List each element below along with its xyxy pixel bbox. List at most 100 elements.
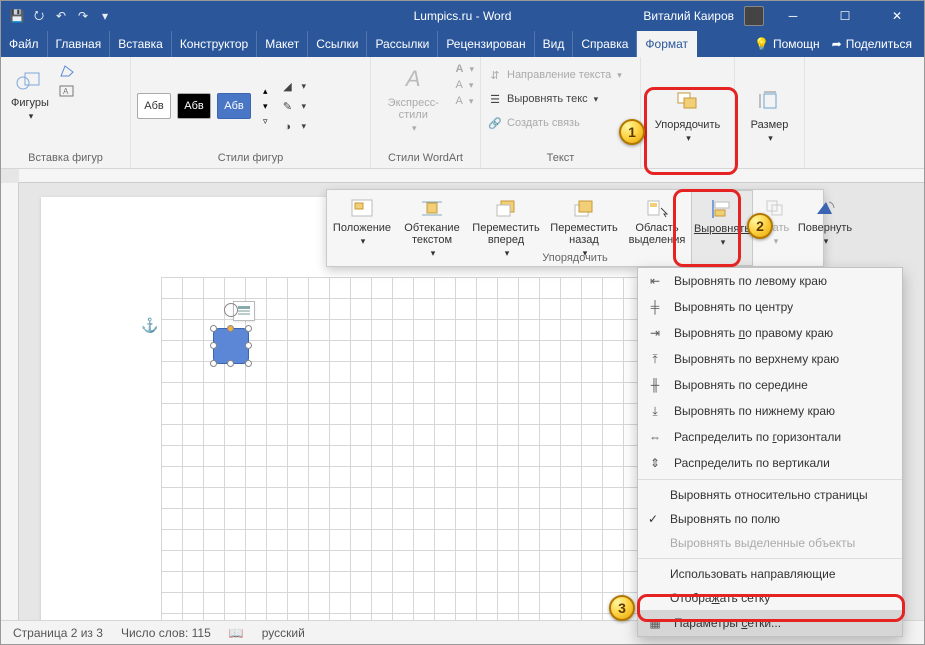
shape-fill-button[interactable]: ◢▾ [280, 79, 307, 95]
align-selected-item: Выровнять выделенные объекты [638, 531, 902, 555]
selected-shape[interactable] [213, 328, 249, 364]
anchor-icon: ⚓ [141, 317, 158, 334]
autosave-icon[interactable]: ⭮ [31, 8, 47, 24]
group-label-text: Текст [487, 150, 634, 168]
arrange-icon [672, 85, 704, 117]
align-to-page-item[interactable]: Выровнять относительно страницы [638, 483, 902, 507]
selection-pane-button[interactable]: Область выделения [623, 190, 691, 266]
group-label-shape-styles: Стили фигур [137, 150, 364, 168]
resize-handle[interactable] [210, 360, 217, 367]
bring-forward-button[interactable]: Переместить вперед▾ [467, 190, 545, 266]
resize-handle[interactable] [245, 360, 252, 367]
align-button[interactable]: Выровнять▾ [691, 190, 753, 266]
status-language[interactable]: русский [262, 626, 305, 640]
ruler-horizontal[interactable] [19, 169, 924, 183]
align-left-item[interactable]: ⇤Выровнять по левому краю [638, 268, 902, 294]
rotate-button[interactable]: Повернуть▾ [797, 190, 853, 266]
style-swatch-white[interactable]: Абв [137, 93, 171, 119]
link-icon: 🔗 [487, 115, 503, 131]
align-top-item[interactable]: ⤒Выровнять по верхнему краю [638, 346, 902, 372]
text-box-icon[interactable]: A [59, 83, 75, 99]
proofing-icon[interactable]: 📖 [229, 626, 244, 640]
distribute-vertical-item[interactable]: ⇕Распределить по вертикали [638, 450, 902, 476]
resize-handle[interactable] [210, 342, 217, 349]
wordart-styles-button[interactable]: A Экспресс-стили▾ [377, 61, 450, 136]
tab-references[interactable]: Ссылки [308, 31, 367, 57]
tab-file[interactable]: Файл [1, 31, 48, 57]
tab-review[interactable]: Рецензирован [438, 31, 534, 57]
share-button[interactable]: ➦Поделиться [832, 37, 912, 51]
grid-settings-icon: ▦ [646, 615, 664, 631]
style-swatch-black[interactable]: Абв [177, 93, 211, 119]
text-fill-button[interactable]: A▾ [456, 63, 474, 75]
resize-handle[interactable] [245, 325, 252, 332]
ribbon-tabs: Файл Главная Вставка Конструктор Макет С… [1, 31, 924, 57]
gallery-down-icon[interactable]: ▾ [263, 101, 268, 112]
user-name[interactable]: Виталий Каиров [643, 9, 734, 23]
tab-format[interactable]: Формат [637, 31, 697, 57]
send-backward-button[interactable]: Переместить назад▾ [545, 190, 623, 266]
tell-me[interactable]: 💡Помощн [754, 37, 820, 51]
size-button[interactable]: Размер▾ [747, 83, 793, 146]
grid-settings-item[interactable]: ▦Параметры сетки... [638, 610, 902, 636]
avatar[interactable] [744, 6, 764, 26]
align-right-item[interactable]: ⇥Выровнять по правому краю [638, 320, 902, 346]
svg-text:A: A [63, 87, 69, 96]
show-grid-item[interactable]: Отображать сетку [638, 586, 902, 610]
align-to-margin-item[interactable]: ✓Выровнять по полю [638, 507, 902, 531]
wrap-text-button[interactable]: Обтекание текстом▾ [397, 190, 467, 266]
rotate-handle[interactable] [224, 303, 238, 317]
resize-handle[interactable] [227, 325, 234, 332]
gallery-more-icon[interactable]: ▿ [263, 116, 268, 127]
gallery-up-icon[interactable]: ▴ [263, 86, 268, 97]
align-menu: ⇤Выровнять по левому краю ╪Выровнять по … [637, 267, 903, 637]
status-words[interactable]: Число слов: 115 [121, 626, 211, 640]
tab-layout[interactable]: Макет [257, 31, 308, 57]
qat-dropdown-icon[interactable]: ▾ [97, 8, 113, 24]
edit-shape-icon[interactable] [59, 63, 75, 79]
tab-mailings[interactable]: Рассылки [367, 31, 438, 57]
align-text-button[interactable]: ☰Выровнять текс▾ [487, 91, 622, 107]
undo-icon[interactable]: ↶ [53, 8, 69, 24]
align-middle-item[interactable]: ╫Выровнять по середине [638, 372, 902, 398]
tab-help[interactable]: Справка [573, 31, 637, 57]
resize-handle[interactable] [227, 360, 234, 367]
align-center-item[interactable]: ╪Выровнять по центру [638, 294, 902, 320]
arrange-button[interactable]: Упорядочить▾ [651, 83, 724, 146]
status-page[interactable]: Страница 2 из 3 [13, 626, 103, 640]
align-center-icon: ╪ [646, 299, 664, 315]
maximize-button[interactable]: ☐ [822, 1, 868, 31]
ruler-vertical[interactable] [1, 183, 19, 620]
shape-effects-button[interactable]: ◑▾ [280, 119, 307, 135]
text-effects-button[interactable]: A▾ [456, 95, 474, 107]
align-bottom-item[interactable]: ⤓Выровнять по нижнему краю [638, 398, 902, 424]
create-link-button[interactable]: 🔗Создать связь [487, 115, 622, 131]
lightbulb-icon: 💡 [754, 37, 769, 51]
fill-icon: ◢ [280, 79, 296, 95]
text-outline-button[interactable]: A▾ [456, 79, 474, 91]
tab-design[interactable]: Конструктор [172, 31, 257, 57]
redo-icon[interactable]: ↷ [75, 8, 91, 24]
close-button[interactable]: ✕ [874, 1, 920, 31]
bring-forward-icon [492, 196, 520, 220]
style-swatch-blue[interactable]: Абв [217, 93, 251, 119]
shapes-button[interactable]: Фигуры▾ [7, 61, 53, 124]
align-top-icon: ⤒ [646, 351, 664, 367]
shapes-icon [14, 63, 46, 95]
position-button[interactable]: Положение▾ [327, 190, 397, 266]
tab-insert[interactable]: Вставка [110, 31, 172, 57]
tab-home[interactable]: Главная [48, 31, 111, 57]
shape-outline-button[interactable]: ✎▾ [280, 99, 307, 115]
save-icon[interactable]: 💾 [9, 8, 25, 24]
text-direction-button[interactable]: ⇵Направление текста▾ [487, 67, 622, 83]
resize-handle[interactable] [210, 325, 217, 332]
resize-handle[interactable] [245, 342, 252, 349]
selection-pane-icon [643, 196, 671, 220]
position-icon [348, 196, 376, 220]
minimize-button[interactable]: ─ [770, 1, 816, 31]
align-middle-icon: ╫ [646, 377, 664, 393]
use-guides-item[interactable]: Использовать направляющие [638, 562, 902, 586]
ribbon: Фигуры▾ A Вставка фигур Абв Абв Абв ▴ ▾ … [1, 57, 924, 169]
tab-view[interactable]: Вид [535, 31, 574, 57]
distribute-horizontal-item[interactable]: ⇔Распределить по горизонтали [638, 424, 902, 450]
